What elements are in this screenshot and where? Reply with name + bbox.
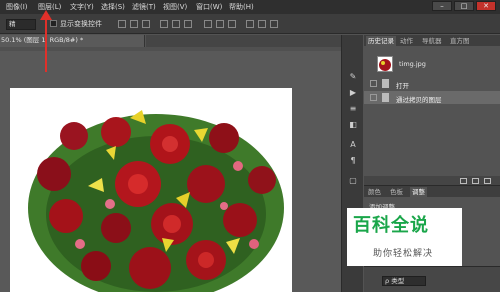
watermark-title: 百科全说 (353, 215, 429, 236)
tab-color[interactable]: 颜色 (366, 187, 383, 197)
menu-layer[interactable]: 图层(L) (38, 2, 61, 12)
align-center-icon[interactable] (172, 20, 180, 28)
tab-navigator[interactable]: 导航器 (420, 36, 444, 46)
tab-adjustments[interactable]: 调整 (410, 187, 427, 197)
tab-histogram[interactable]: 直方图 (448, 36, 472, 46)
show-transform-checkbox[interactable] (50, 20, 57, 27)
distribute-middle-icon[interactable] (216, 20, 224, 28)
history-source-checkbox[interactable] (370, 80, 377, 87)
layer-kind-filter[interactable]: ρ 类型 (382, 276, 426, 286)
align-bottom-icon[interactable] (142, 20, 150, 28)
snapshot-thumbnail (377, 56, 393, 72)
tab-bar-background (146, 35, 341, 47)
tool-preset-icon[interactable]: ▢ (347, 175, 359, 187)
document-icon (382, 79, 389, 88)
new-document-icon[interactable] (460, 178, 467, 184)
distribute-top-icon[interactable] (204, 20, 212, 28)
distribute-center-icon[interactable] (258, 20, 266, 28)
menu-help[interactable]: 帮助(H) (229, 2, 254, 12)
document-tab[interactable]: 50.1% (图层 1, RGB/8#) * (0, 35, 145, 47)
camera-icon[interactable] (472, 178, 479, 184)
snapshot-label: timg.jpg (399, 60, 426, 68)
align-right-icon[interactable] (184, 20, 192, 28)
brush-preset-icon[interactable]: ◧ (347, 119, 359, 131)
character-icon[interactable]: A (347, 139, 359, 151)
menu-view[interactable]: 视图(V) (163, 2, 187, 12)
menu-type[interactable]: 文字(Y) (70, 2, 94, 12)
history-brush-icon[interactable]: ✎ (347, 71, 359, 83)
watermark-logo: 百科全说 助你轻松解决 (347, 208, 462, 266)
options-bar: 精 显示变换控件 (0, 14, 500, 34)
menu-filter[interactable]: 滤镜(T) (132, 2, 156, 12)
flower-bouquet-image (28, 110, 284, 292)
history-step-open[interactable]: 打开 (364, 77, 500, 90)
history-step-label: 打开 (396, 82, 409, 90)
document-image[interactable] (10, 88, 292, 292)
menu-image[interactable]: 图像(I) (6, 2, 28, 12)
tab-actions[interactable]: 动作 (398, 36, 415, 46)
document-icon (382, 93, 389, 102)
actions-play-icon[interactable]: ▶ (347, 87, 359, 99)
adjust-sliders-icon[interactable]: ≡ (347, 103, 359, 115)
minimize-button[interactable]: – (432, 1, 452, 11)
distribute-left-icon[interactable] (246, 20, 254, 28)
history-step-copy-layer[interactable]: 通过拷贝的图层 (364, 91, 500, 104)
maximize-button[interactable]: □ (454, 1, 474, 11)
distribute-right-icon[interactable] (270, 20, 278, 28)
menu-select[interactable]: 选择(S) (101, 2, 125, 12)
layers-panel-header: ρ 类型 (364, 266, 500, 292)
distribute-bottom-icon[interactable] (228, 20, 236, 28)
history-step-label: 通过拷贝的图层 (396, 96, 442, 104)
options-select[interactable]: 精 (6, 19, 36, 30)
close-button[interactable]: ✕ (476, 1, 496, 11)
history-panel: 历史记录 动作 导航器 直方图 timg.jpg 打开 通过拷贝的图层 (364, 35, 500, 186)
history-panel-tabs: 历史记录 动作 导航器 直方图 (364, 35, 500, 46)
paragraph-icon[interactable]: ¶ (347, 155, 359, 167)
align-left-icon[interactable] (160, 20, 168, 28)
menu-bar: 图像(I) 图层(L) 文字(Y) 选择(S) 滤镜(T) 视图(V) 窗口(W… (0, 0, 500, 14)
trash-icon[interactable] (484, 178, 491, 184)
menu-window[interactable]: 窗口(W) (196, 2, 222, 12)
watermark-subtitle: 助你轻松解决 (373, 249, 434, 259)
tab-history[interactable]: 历史记录 (366, 36, 396, 46)
align-top-icon[interactable] (118, 20, 126, 28)
show-transform-label: 显示变换控件 (60, 20, 102, 28)
history-snapshot[interactable]: timg.jpg (364, 53, 500, 75)
align-middle-icon[interactable] (130, 20, 138, 28)
adjustments-panel-tabs: 颜色 色板 调整 (364, 186, 500, 197)
tab-swatches[interactable]: 色板 (388, 187, 405, 197)
history-source-checkbox[interactable] (370, 94, 377, 101)
